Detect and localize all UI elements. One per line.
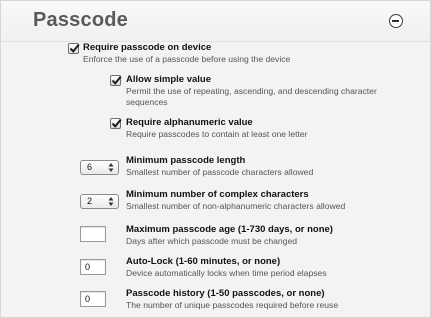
require-alphanumeric-description: Require passcodes to contain at least on… xyxy=(126,129,308,139)
collapse-icon[interactable] xyxy=(389,14,403,28)
allow-simple-label: Allow simple value xyxy=(126,74,211,85)
history-value: 0 xyxy=(85,294,91,304)
stepper-arrows-icon[interactable] xyxy=(108,162,114,173)
allow-simple-description-line2: sequences xyxy=(126,97,168,107)
auto-lock-value: 0 xyxy=(85,262,91,272)
max-age-field[interactable] xyxy=(80,226,106,242)
checkmark-icon xyxy=(69,43,80,53)
require-alphanumeric-checkbox[interactable] xyxy=(110,118,122,129)
min-complex-value: 2 xyxy=(87,196,93,206)
auto-lock-description: Device automatically locks when time per… xyxy=(126,268,327,278)
stepper-arrows-icon[interactable] xyxy=(108,196,114,207)
require-passcode-checkbox[interactable] xyxy=(68,43,80,54)
auto-lock-label: Auto-Lock (1-60 minutes, or none) xyxy=(126,256,281,267)
require-passcode-label: Require passcode on device xyxy=(83,42,212,53)
min-complex-label: Minimum number of complex characters xyxy=(126,189,309,200)
max-age-description: Days after which passcode must be change… xyxy=(126,236,298,246)
history-label: Passcode history (1-50 passcodes, or non… xyxy=(126,288,325,299)
passcode-panel: Passcode Require passcode on device Enfo… xyxy=(0,0,431,318)
checkmark-icon xyxy=(111,75,122,85)
min-complex-stepper[interactable]: 2 xyxy=(80,194,119,209)
max-age-label: Maximum passcode age (1-730 days, or non… xyxy=(126,224,333,235)
min-length-label: Minimum passcode length xyxy=(126,155,246,166)
require-passcode-description: Enforce the use of a passcode before usi… xyxy=(83,54,291,64)
history-description: The number of unique passcodes required … xyxy=(126,300,339,310)
allow-simple-checkbox[interactable] xyxy=(110,75,122,86)
min-length-value: 6 xyxy=(87,162,93,172)
section-title: Passcode xyxy=(33,9,128,31)
min-length-stepper[interactable]: 6 xyxy=(80,160,119,175)
min-length-description: Smallest number of passcode characters a… xyxy=(126,167,314,177)
checkmark-icon xyxy=(111,118,122,128)
require-alphanumeric-label: Require alphanumeric value xyxy=(126,117,253,128)
section-header: Passcode xyxy=(1,1,430,42)
history-field[interactable]: 0 xyxy=(80,291,106,307)
min-complex-description: Smallest number of non-alphanumeric char… xyxy=(126,201,346,211)
allow-simple-description-line1: Permit the use of repeating, ascending, … xyxy=(126,86,377,96)
auto-lock-field[interactable]: 0 xyxy=(80,259,106,275)
